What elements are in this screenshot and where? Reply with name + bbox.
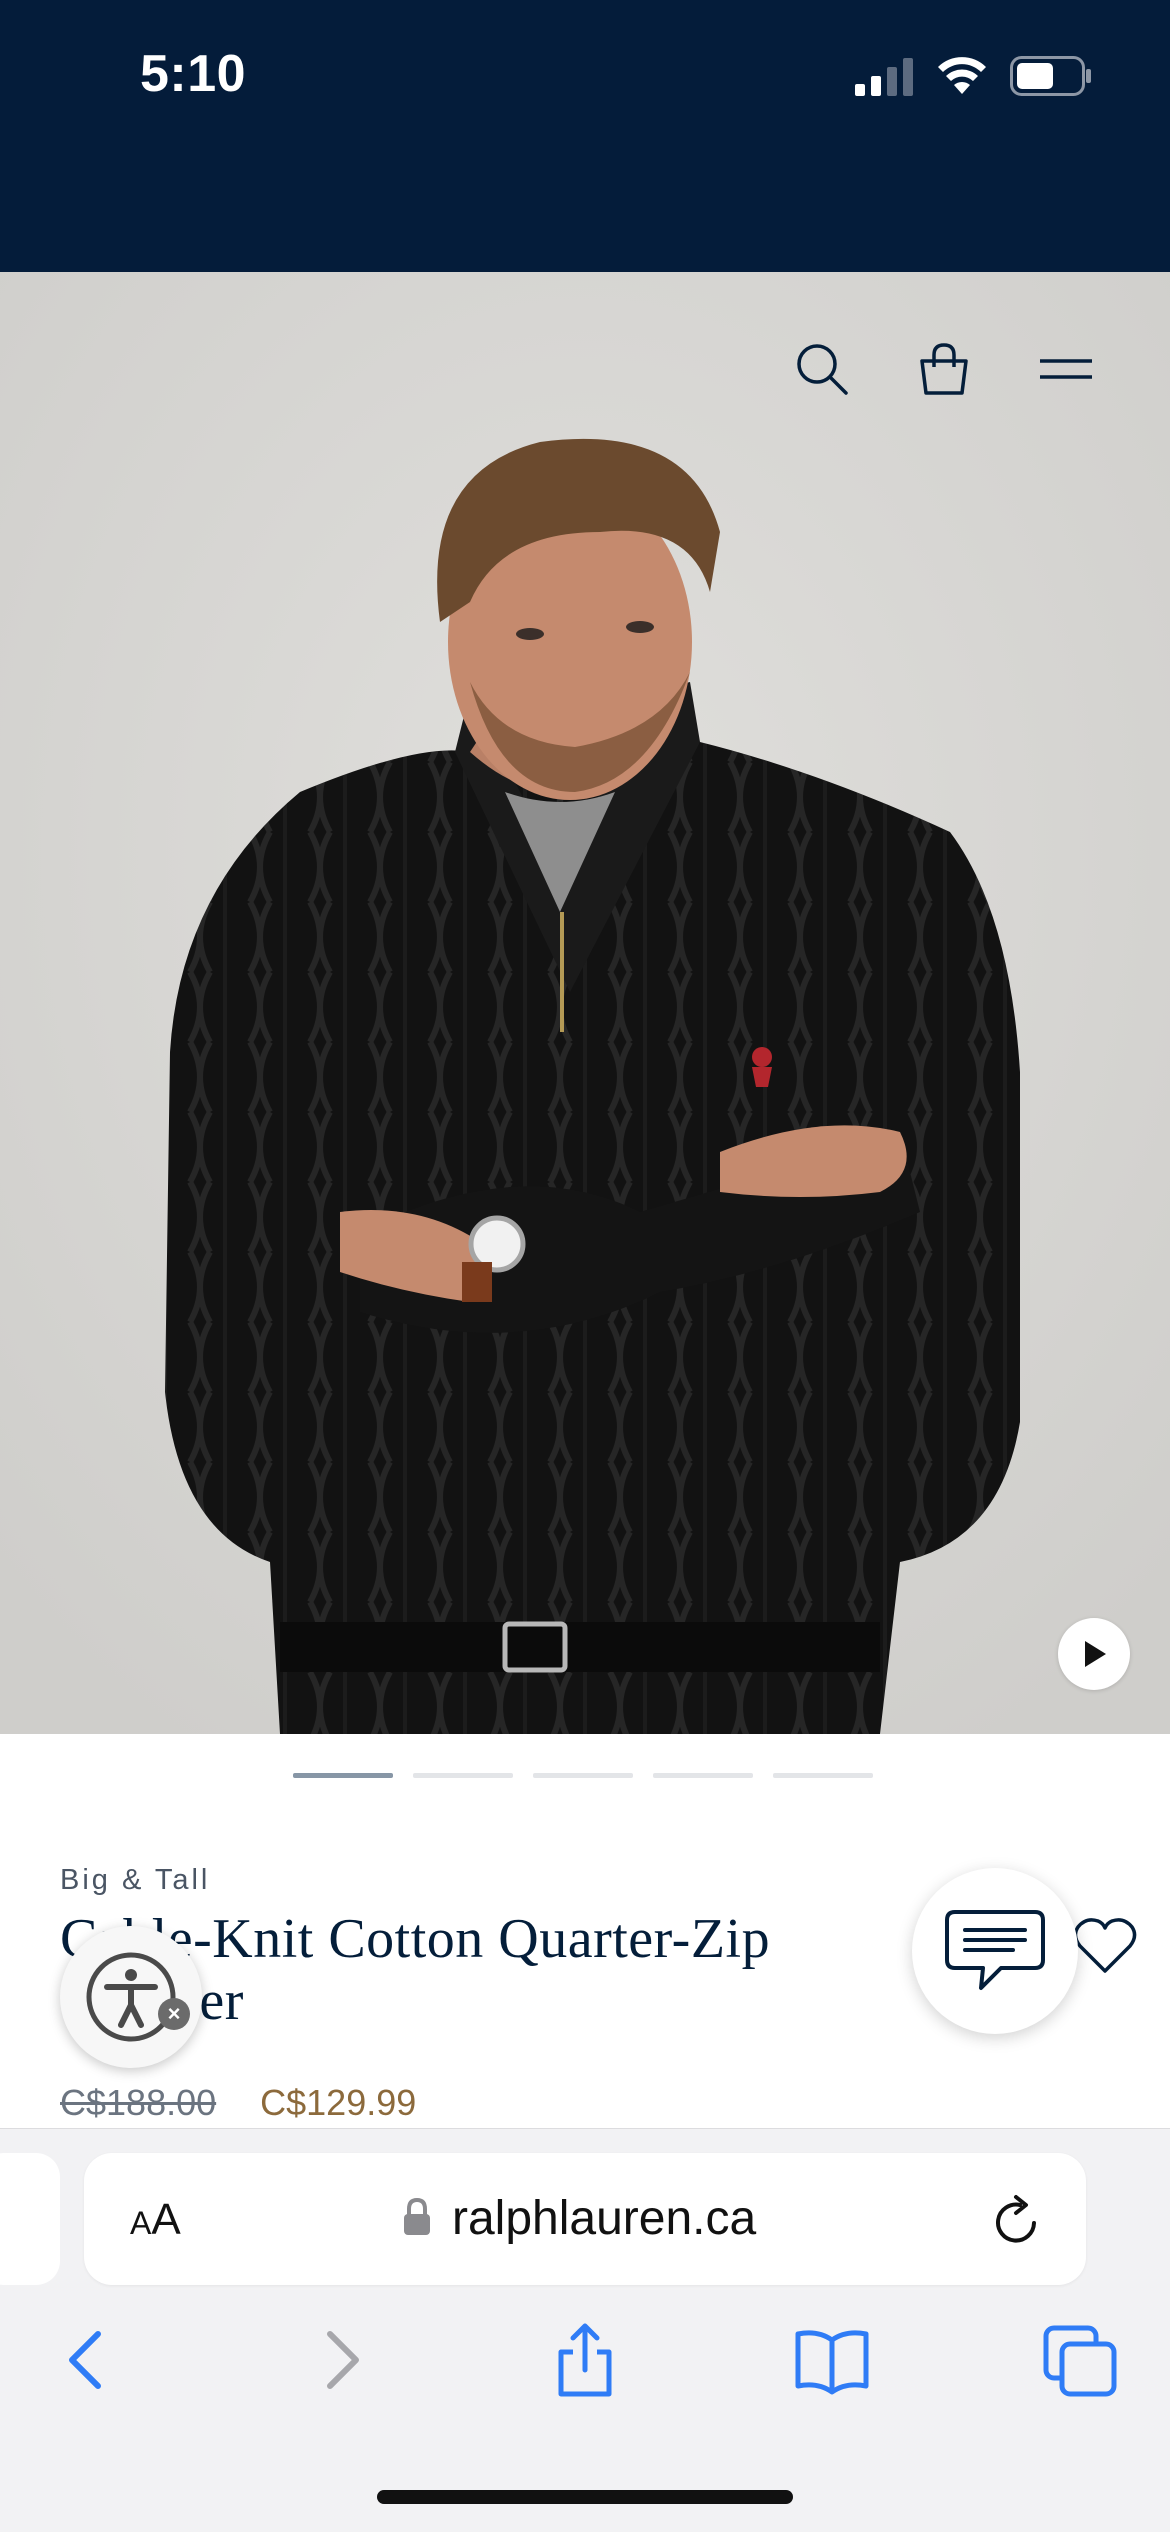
- chat-bubble-icon: [945, 1910, 1045, 1990]
- tabs-icon[interactable]: [1040, 2320, 1120, 2400]
- reload-icon[interactable]: [990, 2193, 1042, 2247]
- cellular-signal-icon: [855, 58, 913, 96]
- product-photo: [0, 272, 1170, 1734]
- carousel-dot-1[interactable]: [293, 1773, 393, 1778]
- share-icon[interactable]: [545, 2320, 625, 2400]
- close-accessibility-icon[interactable]: ×: [158, 1998, 190, 2030]
- address-bar[interactable]: AA ralphlauren.ca: [84, 2153, 1086, 2285]
- play-video-button[interactable]: [1058, 1618, 1130, 1690]
- carousel-dot-2[interactable]: [413, 1773, 513, 1778]
- reader-settings-button[interactable]: AA: [130, 2195, 181, 2245]
- chat-button[interactable]: [912, 1868, 1078, 2034]
- price-sale: C$129.99: [260, 2082, 417, 2123]
- bag-icon[interactable]: [912, 337, 976, 401]
- lock-icon: [404, 2197, 430, 2235]
- menu-icon[interactable]: [1034, 337, 1098, 401]
- home-indicator: [377, 2490, 793, 2504]
- battery-icon: [1010, 56, 1091, 96]
- accessibility-button[interactable]: ×: [60, 1926, 202, 2068]
- wifi-icon: [938, 57, 986, 94]
- carousel-dot-4[interactable]: [653, 1773, 753, 1778]
- carousel-dot-5[interactable]: [773, 1773, 873, 1778]
- price-original: C$188.00: [60, 2082, 217, 2123]
- play-icon: [1085, 1641, 1106, 1667]
- product-image[interactable]: [0, 272, 1170, 1734]
- previous-tab-peek[interactable]: [0, 2153, 60, 2285]
- status-bar: 5:10: [0, 0, 1170, 272]
- price-row: C$188.00 C$129.99: [60, 2082, 416, 2124]
- status-time: 5:10: [140, 45, 247, 103]
- carousel-indicators[interactable]: [293, 1773, 873, 1778]
- url-text[interactable]: ralphlauren.ca: [452, 2191, 756, 2246]
- product-category: Big & Tall: [60, 1864, 211, 1896]
- accessibility-icon: [86, 1952, 176, 2042]
- bookmarks-icon[interactable]: [792, 2320, 872, 2400]
- carousel-dot-3[interactable]: [533, 1773, 633, 1778]
- back-icon[interactable]: [48, 2320, 128, 2400]
- wishlist-heart-icon[interactable]: [1072, 1916, 1138, 1976]
- search-icon[interactable]: [790, 337, 854, 401]
- forward-icon[interactable]: [300, 2320, 380, 2400]
